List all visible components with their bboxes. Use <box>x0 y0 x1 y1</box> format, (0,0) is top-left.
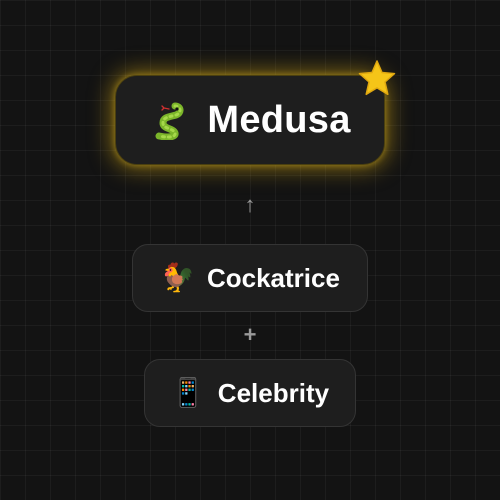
ingredient-name: Celebrity <box>217 377 330 408</box>
up-arrow-icon: ↑ <box>244 192 256 217</box>
mobile-phone-icon: 📱 <box>170 377 206 408</box>
result-card-medusa[interactable]: Medusa <box>115 75 385 165</box>
ingredient-card-celebrity[interactable]: 📱 Celebrity <box>144 359 356 427</box>
plus-icon: + <box>243 322 257 347</box>
rooster-icon: 🐓 <box>160 262 195 293</box>
ingredient-card-cockatrice[interactable]: 🐓 Cockatrice <box>132 244 368 312</box>
snake-icon <box>155 102 184 140</box>
result-name: Medusa <box>207 98 351 141</box>
star-icon <box>358 60 396 96</box>
ingredient-name: Cockatrice <box>206 262 340 293</box>
